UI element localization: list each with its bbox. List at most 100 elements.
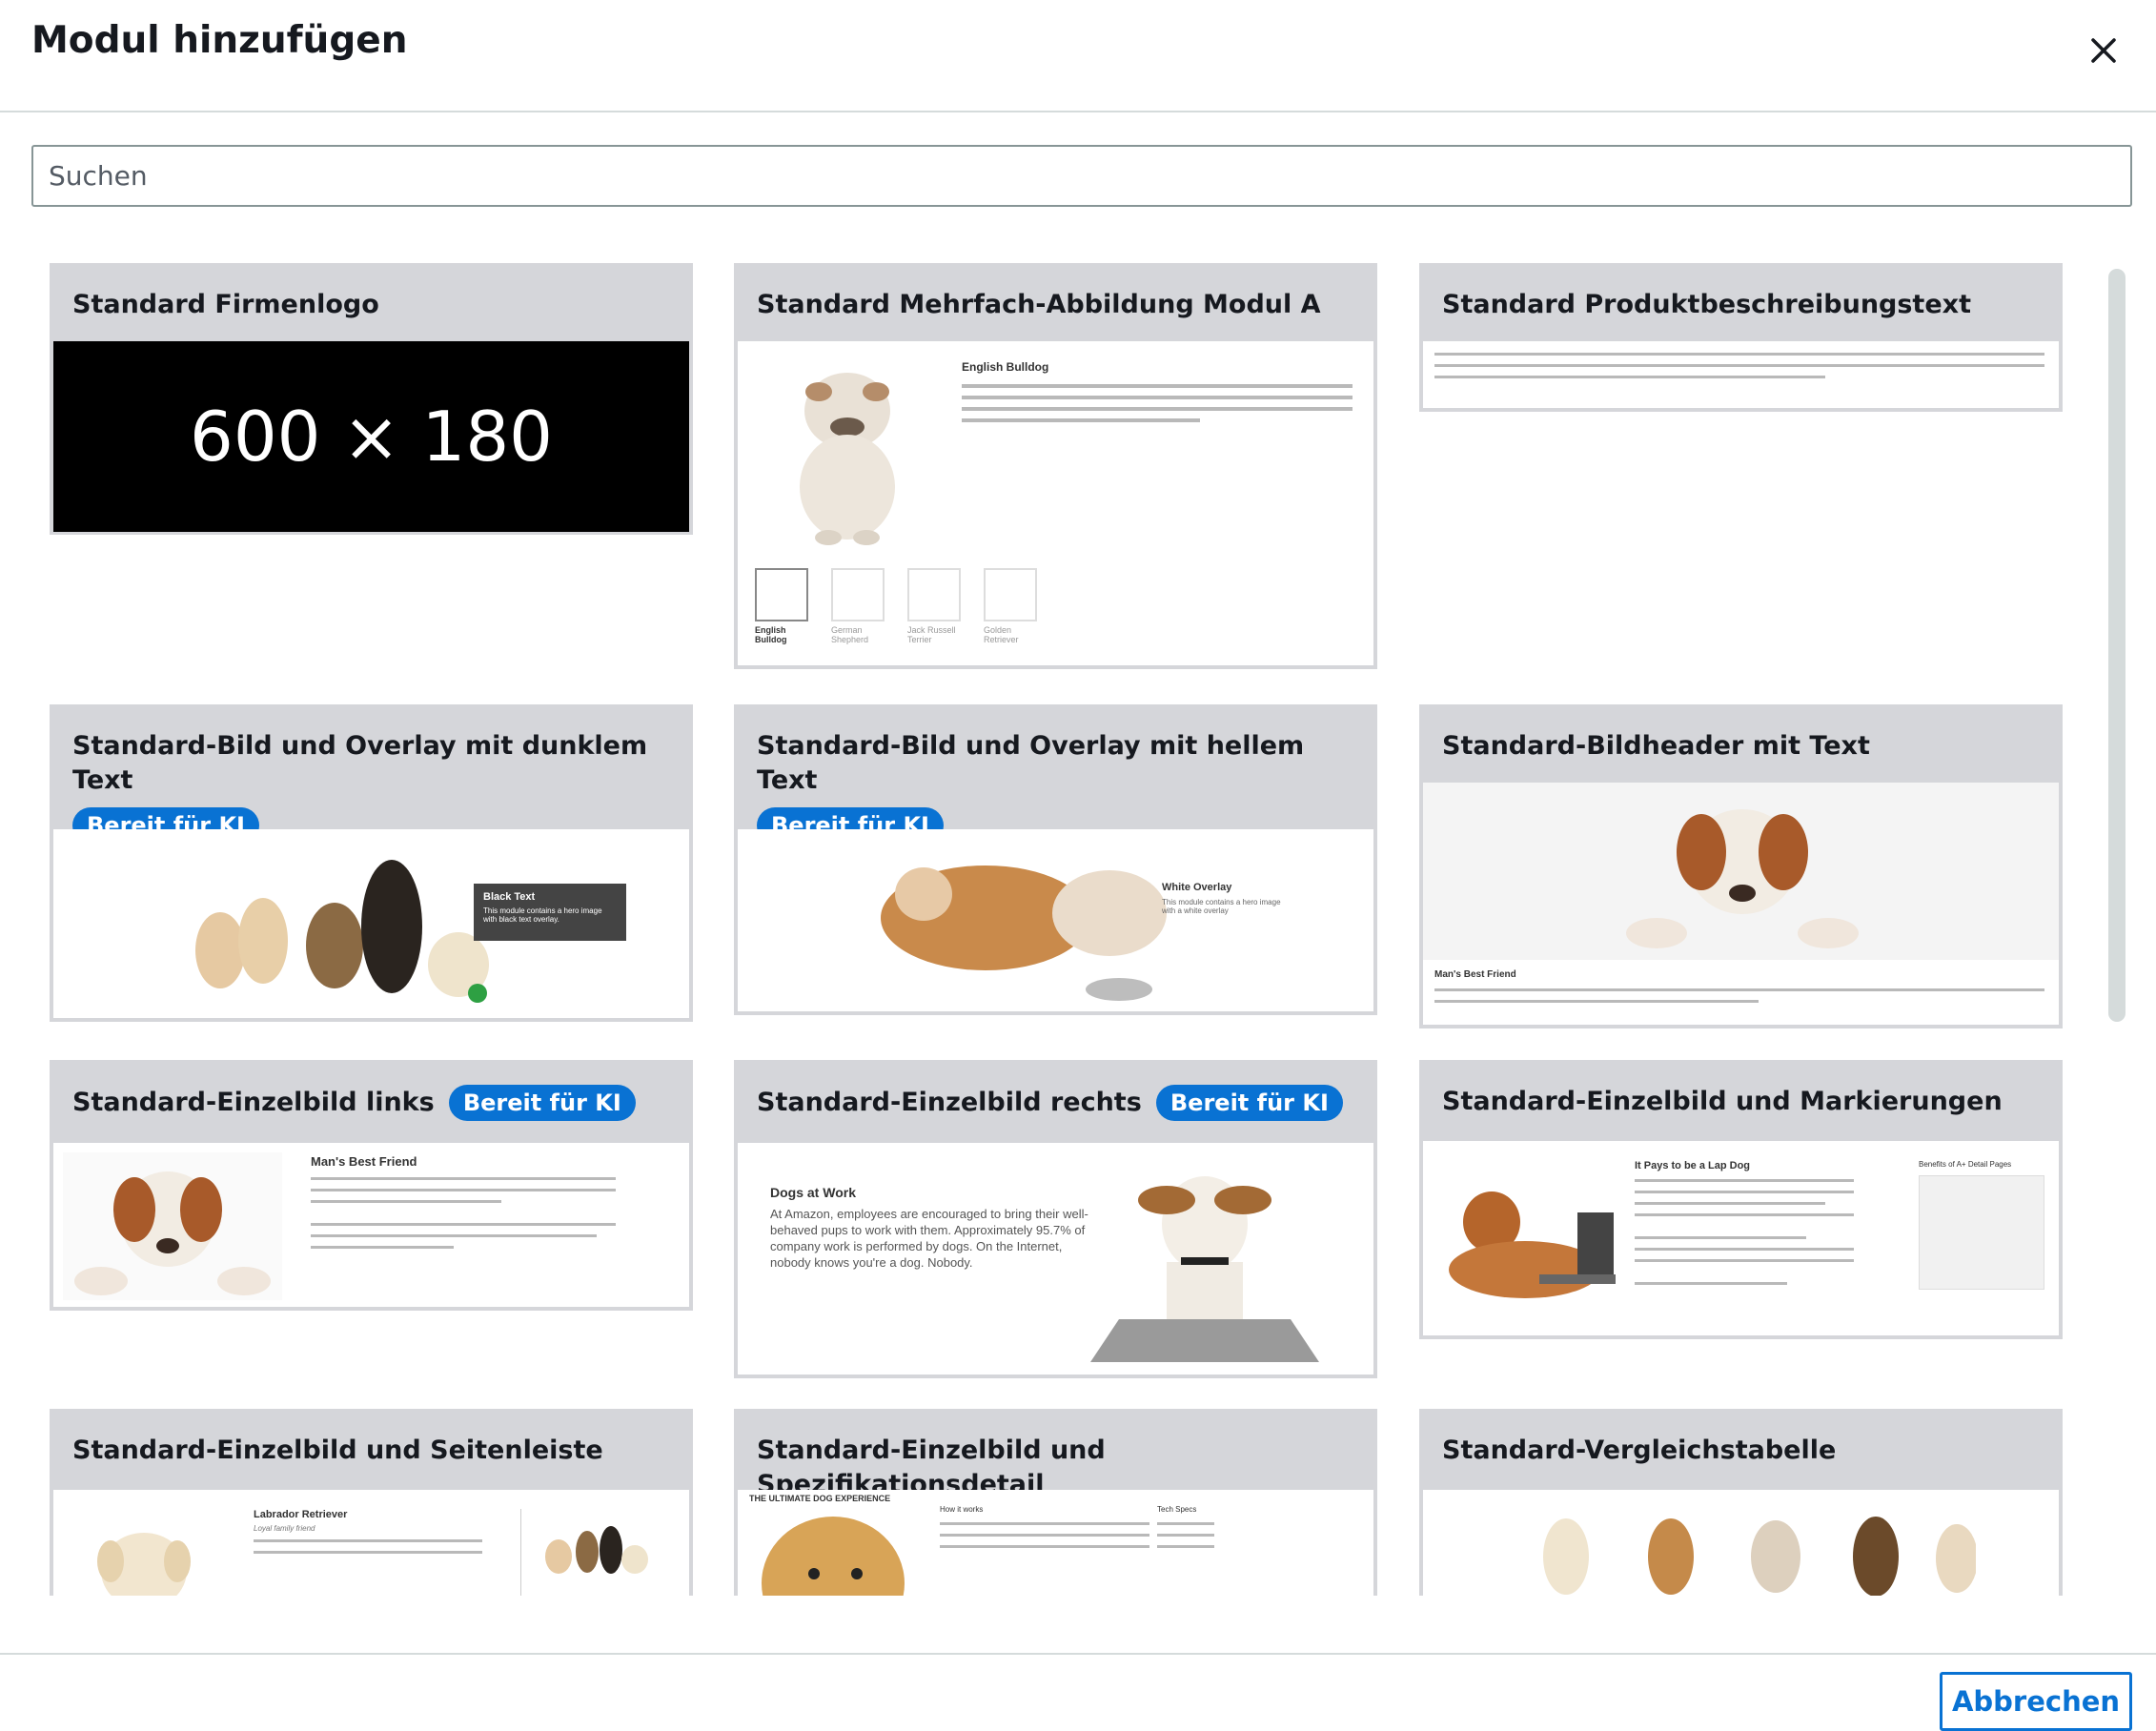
preview-image: Man's Best Friend — [1423, 783, 2059, 1025]
dog-comparison-images — [1543, 1517, 1976, 1596]
text-line — [254, 1551, 482, 1554]
preview-subheading: Loyal family friend — [254, 1524, 315, 1533]
text-line — [1635, 1282, 1787, 1285]
module-card[interactable]: Standard Mehrfach-Abbildung Modul A Engl… — [734, 263, 1377, 669]
puppy-image — [97, 1533, 191, 1596]
text-line — [1434, 988, 2044, 991]
text-line — [1434, 353, 2044, 356]
text-line — [1635, 1191, 1854, 1193]
dialog-header: Modul hinzufügen — [0, 0, 2156, 112]
module-card[interactable]: Standard-Vergleichstabelle — [1419, 1409, 2063, 1596]
dialog-footer: Abbrechen — [0, 1653, 2156, 1731]
text-line — [311, 1189, 616, 1191]
text-line — [311, 1177, 616, 1180]
column-heading: How it works — [940, 1505, 984, 1514]
text-line — [962, 384, 1353, 388]
text-line — [940, 1534, 1149, 1537]
text-line — [1434, 1000, 1759, 1003]
module-card[interactable]: Standard-Bildheader mit Text Man's Best … — [1419, 704, 2063, 1028]
module-card[interactable]: Standard-Einzelbild und Markierungen It … — [1419, 1060, 2063, 1339]
thumbnail-label: English Bulldog — [755, 625, 787, 644]
text-line — [1635, 1236, 1806, 1239]
grid-scrollbar[interactable] — [2108, 269, 2125, 1022]
module-card[interactable]: Standard Produktbeschreibungstext — [1419, 263, 2063, 412]
text-line — [940, 1522, 1149, 1525]
close-button[interactable] — [2080, 27, 2127, 74]
module-card[interactable]: Standard-Bild und Overlay mit hellem Tex… — [734, 704, 1377, 1015]
preview-image — [1423, 341, 2059, 408]
text-line — [1635, 1179, 1854, 1182]
text-line — [1635, 1248, 1854, 1251]
thumbnail-image — [907, 568, 961, 621]
card-header: Standard-Bild und Overlay mit hellem Tex… — [738, 708, 1373, 844]
text-overlay: Black Text This module contains a hero i… — [474, 884, 626, 941]
card-title: Standard Firmenlogo — [72, 290, 379, 319]
text-line — [940, 1545, 1149, 1548]
puppy-image — [1626, 809, 1859, 948]
cancel-button[interactable]: Abbrechen — [1940, 1672, 2132, 1731]
preview-heading: Dogs at Work — [770, 1185, 856, 1200]
card-header: Standard-Einzelbild und Spezifikationsde… — [738, 1413, 1373, 1499]
thumbnail-label: Jack Russell Terrier — [907, 625, 956, 644]
card-title: Standard-Bildheader mit Text — [1442, 731, 1870, 761]
card-header: Standard-Einzelbild links Bereit für KI — [53, 1064, 689, 1143]
card-title: Standard-Bild und Overlay mit hellem Tex… — [757, 731, 1305, 795]
module-card[interactable]: Standard-Einzelbild rechts Bereit für KI… — [734, 1060, 1377, 1378]
module-card[interactable]: Standard-Bild und Overlay mit dunklem Te… — [50, 704, 693, 1022]
puppy-image — [63, 1152, 282, 1300]
module-card[interactable]: Standard-Einzelbild und Seitenleiste Lab… — [50, 1409, 693, 1596]
thumbnail-label: German Shepherd — [831, 625, 869, 644]
dogs-group-image — [545, 1526, 648, 1574]
text-line — [254, 1539, 482, 1542]
overlay-text: This module contains a hero image with a… — [1162, 898, 1281, 915]
card-title: Standard-Bild und Overlay mit dunklem Te… — [72, 731, 648, 795]
module-grid: Standard Firmenlogo 600 × 180 Standard M… — [0, 250, 2156, 1596]
card-header: Standard-Bild und Overlay mit dunklem Te… — [53, 708, 689, 844]
thumbnail-image — [755, 568, 808, 621]
divider — [520, 1509, 521, 1596]
text-line — [1157, 1545, 1214, 1548]
column-heading: Tech Specs — [1157, 1505, 1197, 1514]
bulldog-image — [800, 373, 895, 545]
text-line — [1635, 1259, 1854, 1262]
card-title: Standard-Vergleichstabelle — [1442, 1436, 1837, 1465]
boxer-laptop-image — [1449, 1191, 1616, 1298]
text-line — [311, 1234, 597, 1237]
text-line — [962, 418, 1200, 422]
card-title: Standard Produktbeschreibungstext — [1442, 290, 1971, 319]
module-card[interactable]: Standard Firmenlogo 600 × 180 — [50, 263, 693, 535]
card-header: Standard-Einzelbild rechts Bereit für KI — [738, 1064, 1373, 1143]
preview-text: At Amazon, employees are encouraged to b… — [770, 1207, 1088, 1270]
sidebar-panel — [1919, 1175, 2044, 1290]
text-line — [1434, 376, 1825, 378]
ai-ready-badge: Bereit für KI — [1155, 1085, 1343, 1121]
text-line — [962, 396, 1353, 399]
card-header: Standard-Bildheader mit Text — [1423, 708, 2059, 783]
card-header: Standard-Einzelbild und Markierungen — [1423, 1064, 2059, 1141]
thumbnail-image — [831, 568, 885, 621]
preview-heading: It Pays to be a Lap Dog — [1635, 1160, 1751, 1171]
text-line — [1635, 1202, 1825, 1205]
module-card[interactable]: Standard-Einzelbild und Spezifikationsde… — [734, 1409, 1377, 1596]
thumbnail-image — [984, 568, 1037, 621]
overlay-heading: White Overlay — [1162, 882, 1232, 893]
search-input[interactable] — [31, 145, 2132, 207]
text-line — [1157, 1522, 1214, 1525]
preview-heading: Man's Best Friend — [1434, 969, 1516, 980]
text-line — [1635, 1213, 1854, 1216]
overlay-text: This module contains a hero image with b… — [483, 906, 602, 924]
preview-heading: English Bulldog — [962, 360, 1049, 374]
card-header: Standard-Einzelbild und Seitenleiste — [53, 1413, 689, 1490]
close-icon — [2091, 38, 2116, 63]
text-line — [1434, 364, 2044, 367]
text-line — [1157, 1534, 1214, 1537]
logo-placeholder-image: 600 × 180 — [53, 341, 689, 532]
preview-image: Man's Best Friend — [53, 1143, 689, 1307]
ai-ready-badge: Bereit für KI — [448, 1085, 636, 1121]
card-title: Standard-Einzelbild rechts — [757, 1088, 1142, 1117]
card-title: Standard-Einzelbild und Markierungen — [1442, 1087, 2003, 1116]
module-card[interactable]: Standard-Einzelbild links Bereit für KI … — [50, 1060, 693, 1311]
card-title: Standard-Einzelbild links — [72, 1088, 435, 1117]
preview-heading: Man's Best Friend — [311, 1154, 417, 1169]
card-header: Standard-Vergleichstabelle — [1423, 1413, 2059, 1490]
